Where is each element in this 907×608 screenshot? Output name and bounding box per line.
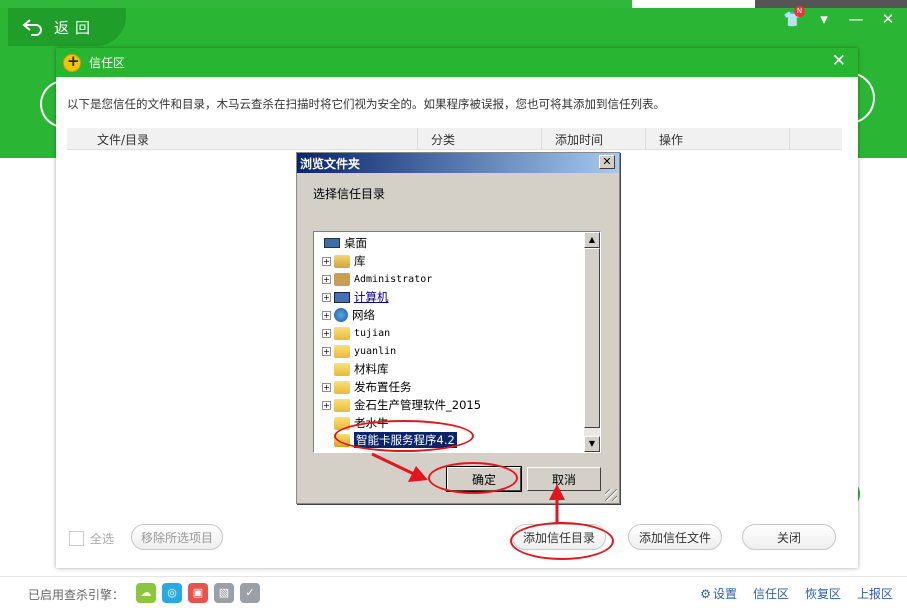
tree-item-materials[interactable]: 材料库 bbox=[322, 360, 389, 378]
folder-icon bbox=[334, 398, 350, 412]
tree-item-publish-tasks[interactable]: + 发布置任务 bbox=[322, 378, 412, 396]
browse-dialog-titlebar: 浏览文件夹 ✕ bbox=[297, 153, 619, 173]
annotation-ring-add-dir bbox=[510, 522, 614, 560]
close-window-icon[interactable]: ✕ bbox=[879, 10, 897, 28]
tree-item-label: 计算机 bbox=[354, 290, 389, 304]
minimize-icon[interactable]: — bbox=[847, 10, 865, 28]
tree-item-library[interactable]: + 库 bbox=[322, 252, 366, 270]
select-all-checkbox[interactable] bbox=[69, 531, 84, 546]
annotation-ring-ok bbox=[428, 462, 518, 494]
add-trusted-file-button[interactable]: 添加信任文件 bbox=[628, 524, 722, 550]
skin-icon[interactable]: 👕 N bbox=[783, 6, 805, 28]
folder-icon bbox=[334, 380, 350, 394]
remove-selected-button[interactable]: 移除所选项目 bbox=[131, 524, 223, 550]
notification-badge: N bbox=[794, 6, 805, 17]
column-header-action[interactable]: 操作 bbox=[659, 131, 683, 148]
back-label: 返回 bbox=[54, 18, 97, 37]
scroll-thumb[interactable] bbox=[584, 248, 600, 428]
window-controls: 👕 N ▾ — ✕ bbox=[783, 6, 897, 28]
tree-item-jinshi[interactable]: + 金石生产管理软件_2015 bbox=[322, 396, 481, 414]
repair-engine-icon[interactable]: ▣ bbox=[188, 583, 208, 603]
browse-folder-dialog: 浏览文件夹 ✕ 选择信任目录 桌面 + 库 + Administrator + … bbox=[296, 152, 620, 504]
statusbar-links: ⚙ 设置 信任区 恢复区 上报区 bbox=[700, 585, 893, 602]
restore-zone-link[interactable]: 恢复区 bbox=[805, 585, 841, 602]
folder-icon bbox=[334, 326, 350, 340]
trust-table-header: 文件/目录 分类 添加时间 操作 bbox=[67, 128, 842, 150]
select-all[interactable]: 全选 bbox=[69, 530, 114, 547]
tree-item-tujian[interactable]: + tujian bbox=[322, 324, 390, 342]
folder-tree[interactable]: 桌面 + 库 + Administrator + 计算机 + 网络 + tuji… bbox=[313, 231, 601, 453]
settings-label: 设置 bbox=[712, 587, 737, 601]
close-icon[interactable]: ✕ bbox=[832, 51, 846, 71]
expand-icon[interactable]: + bbox=[322, 328, 331, 338]
close-button[interactable]: 关闭 bbox=[742, 524, 836, 550]
annotation-arrow-right-icon bbox=[371, 452, 428, 482]
tree-item-label: 材料库 bbox=[354, 362, 389, 376]
column-header-added-time[interactable]: 添加时间 bbox=[555, 131, 603, 148]
browse-dialog-title: 浏览文件夹 bbox=[300, 156, 361, 171]
annotation-ring-selected-folder bbox=[334, 420, 474, 452]
system-engine-icon[interactable]: ▧ bbox=[214, 583, 234, 603]
settings-link[interactable]: ⚙ 设置 bbox=[700, 585, 737, 602]
tree-scrollbar[interactable]: ▲ ▼ bbox=[584, 232, 600, 452]
qvm-engine-icon[interactable]: ◎ bbox=[162, 583, 182, 603]
scroll-up-icon[interactable]: ▲ bbox=[584, 232, 600, 248]
folder-icon bbox=[334, 344, 350, 358]
tree-item-label: tujian bbox=[354, 327, 391, 339]
tree-item-label: 库 bbox=[354, 254, 366, 268]
desktop-icon bbox=[324, 238, 340, 248]
tree-item-yuanlin[interactable]: + yuanlin bbox=[322, 342, 396, 360]
browse-prompt: 选择信任目录 bbox=[313, 187, 386, 201]
close-icon[interactable]: ✕ bbox=[599, 155, 615, 169]
expand-icon[interactable]: + bbox=[322, 346, 331, 356]
expand-icon[interactable]: + bbox=[322, 274, 331, 284]
library-icon bbox=[334, 254, 350, 268]
expand-icon[interactable]: + bbox=[322, 292, 331, 302]
report-zone-link[interactable]: 上报区 bbox=[857, 585, 893, 602]
folder-icon bbox=[334, 362, 350, 376]
trust-dialog-title: 信任区 bbox=[89, 56, 126, 70]
tree-item-desktop[interactable]: 桌面 bbox=[324, 234, 367, 252]
statusbar: 已启用查杀引擎： ☁ ◎ ▣ ▧ ✓ ⚙ 设置 信任区 恢复区 上报区 bbox=[0, 576, 907, 608]
tree-item-administrator[interactable]: + Administrator bbox=[322, 270, 432, 288]
trust-description: 以下是您信任的文件和目录，木马云查杀在扫描时将它们视为安全的。如果程序被误报，您… bbox=[67, 97, 665, 111]
avira-engine-icon[interactable]: ✓ bbox=[240, 583, 260, 603]
engines-label: 已启用查杀引擎： bbox=[28, 588, 125, 602]
cloud-engine-icon[interactable]: ☁ bbox=[136, 583, 156, 603]
annotation-arrow-up-icon bbox=[549, 484, 565, 524]
back-button[interactable]: 返回 bbox=[8, 8, 126, 46]
network-icon bbox=[334, 308, 348, 322]
expand-icon[interactable]: + bbox=[322, 382, 331, 392]
tree-item-label: 桌面 bbox=[344, 236, 367, 250]
menu-dropdown-icon[interactable]: ▾ bbox=[815, 10, 833, 28]
column-header-path[interactable]: 文件/目录 bbox=[97, 131, 149, 148]
tree-item-label: 金石生产管理软件_2015 bbox=[354, 398, 482, 412]
expand-icon[interactable]: + bbox=[322, 256, 331, 266]
tree-item-label: 网络 bbox=[352, 308, 375, 322]
tree-item-label: 发布置任务 bbox=[354, 380, 412, 394]
scroll-down-icon[interactable]: ▼ bbox=[584, 436, 600, 452]
resize-grip[interactable] bbox=[605, 489, 617, 501]
tree-item-network[interactable]: + 网络 bbox=[322, 306, 375, 324]
gear-icon: ⚙ bbox=[700, 587, 711, 601]
expand-icon[interactable]: + bbox=[322, 400, 331, 410]
trust-dialog-footer: 全选 移除所选项目 添加信任目录 添加信任文件 关闭 bbox=[56, 522, 858, 552]
user-folder-icon bbox=[334, 272, 350, 286]
shield-plus-icon bbox=[63, 52, 81, 72]
expand-icon[interactable]: + bbox=[322, 310, 331, 320]
column-header-category[interactable]: 分类 bbox=[431, 131, 455, 148]
computer-icon bbox=[334, 291, 350, 303]
trust-dialog-titlebar: 信任区 ✕ bbox=[56, 48, 858, 77]
tree-item-computer[interactable]: + 计算机 bbox=[322, 288, 389, 306]
select-all-label: 全选 bbox=[90, 532, 115, 546]
trust-zone-link[interactable]: 信任区 bbox=[753, 585, 789, 602]
back-arrow-icon bbox=[22, 19, 42, 36]
tree-item-label: yuanlin bbox=[354, 345, 397, 357]
tree-item-label: Administrator bbox=[354, 273, 433, 285]
